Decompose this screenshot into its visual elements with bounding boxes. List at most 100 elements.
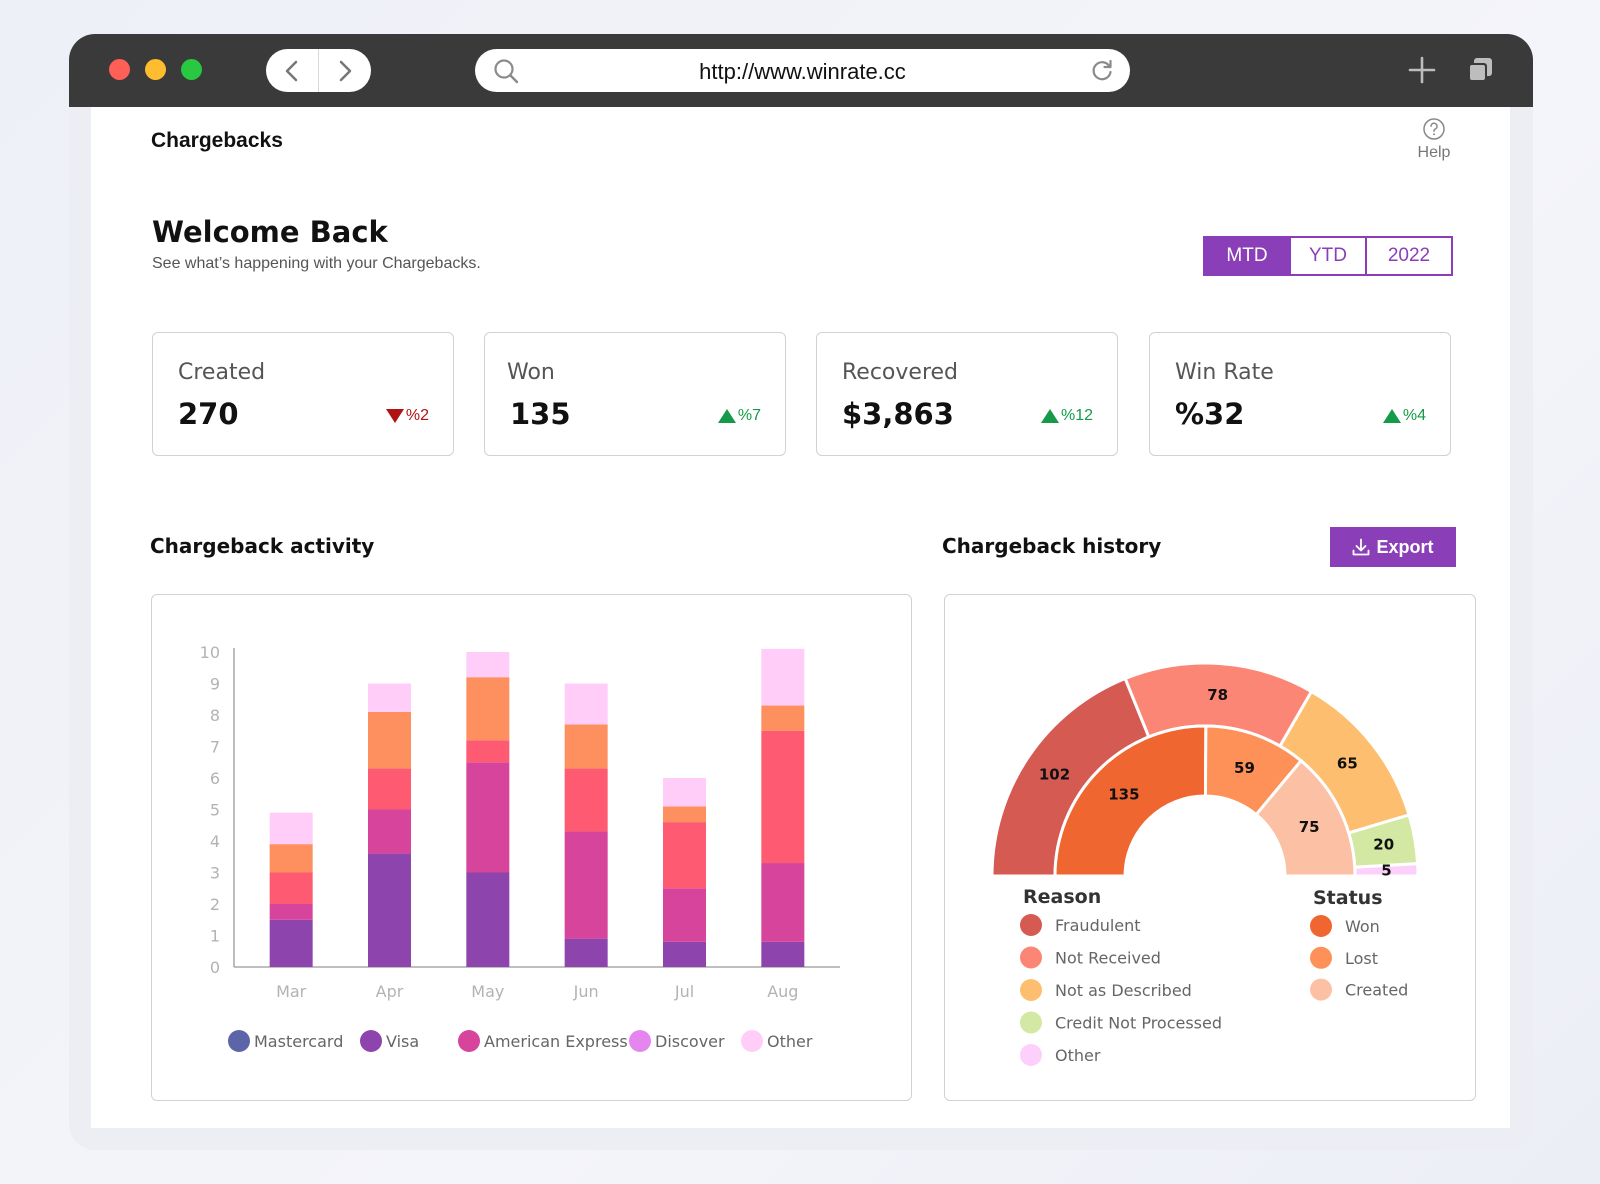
tabs-overview-icon[interactable] <box>1466 56 1494 84</box>
outer-legend: Reason Fraudulent Not Received Not as Descr… <box>1020 886 1222 1066</box>
x-tick-label: Jun <box>573 982 599 1001</box>
trend-down-icon <box>385 409 404 423</box>
maximize-window-button[interactable] <box>181 59 202 80</box>
legend-swatch <box>629 1030 651 1052</box>
legend-swatch <box>1020 979 1042 1001</box>
legend-item[interactable]: Other <box>741 1030 813 1052</box>
minimize-window-button[interactable] <box>145 59 166 80</box>
forward-button[interactable] <box>319 49 371 92</box>
kpi-value: %32 <box>1175 397 1245 431</box>
page-title: Welcome Back <box>152 215 388 249</box>
period-mtd-button[interactable]: MTD <box>1205 238 1289 274</box>
bar-segment-may-1 <box>466 872 510 967</box>
legend-swatch <box>1020 1044 1042 1066</box>
trend-up-icon <box>1382 409 1401 423</box>
page-content: Chargebacks Help Welcome Back See what’s… <box>91 107 1510 1128</box>
bar-segment-jun-5 <box>564 683 608 725</box>
page-subtitle: See what’s happening with your Chargebac… <box>152 255 481 272</box>
slice-value-label: 75 <box>1299 818 1320 836</box>
y-tick-label: 6 <box>210 769 220 788</box>
x-tick-label: Apr <box>376 982 404 1001</box>
legend-label: Not Received <box>1055 949 1161 968</box>
period-ytd-button[interactable]: YTD <box>1289 238 1365 274</box>
kpi-card-win-rate: Win Rate %32 %4 <box>1149 332 1451 456</box>
chargeback-history-chart: 102 78 65 20 5 135 59 75 Reason Fraudulent Not Rec… <box>990 661 1420 1066</box>
y-tick-label: 9 <box>210 675 220 694</box>
legend-label: Visa <box>386 1032 419 1051</box>
bar-segment-mar-1 <box>269 919 313 967</box>
bar-segment-mar-2 <box>269 904 313 920</box>
slice-value-label: 5 <box>1381 862 1391 880</box>
y-tick-label: 1 <box>210 927 220 946</box>
chargeback-history-panel: 102 78 65 20 5 135 59 75 Reason Fraudulent Not Rec… <box>944 594 1476 1101</box>
kpi-value: 270 <box>178 397 239 431</box>
kpi-label: Win Rate <box>1175 360 1274 385</box>
inner-legend-title: Status <box>1313 887 1383 909</box>
bar-segment-aug-4 <box>761 705 805 731</box>
app-title: Chargebacks <box>151 129 283 152</box>
bar-segment-aug-1 <box>761 941 805 967</box>
legend-item[interactable]: Visa <box>360 1030 419 1052</box>
chargeback-activity-chart: 0 1 2 3 4 5 6 7 8 9 10 Mar Apr May Jun Jul Aug Mastercard… <box>200 643 840 1052</box>
chevron-right-icon <box>339 60 352 81</box>
period-selector: MTD YTD 2022 <box>1203 236 1453 276</box>
legend-swatch <box>1310 978 1332 1001</box>
y-tick-label: 3 <box>210 864 220 883</box>
outer-legend-title: Reason <box>1023 886 1101 908</box>
y-tick-label: 0 <box>210 958 220 977</box>
bar-segment-aug-5 <box>761 648 805 706</box>
legend-swatch <box>1020 914 1042 936</box>
kpi-label: Created <box>178 360 266 385</box>
legend-item[interactable]: Mastercard <box>228 1030 343 1052</box>
bar-segment-jun-2 <box>564 831 608 939</box>
legend-item: Created <box>1310 978 1408 1001</box>
url-text[interactable]: http://www.winrate.cc <box>475 59 1130 85</box>
kpi-label: Recovered <box>842 360 959 385</box>
export-button[interactable]: Export <box>1330 527 1456 567</box>
y-tick-label: 5 <box>210 801 220 820</box>
bar-segment-mar-3 <box>269 872 313 904</box>
y-tick-label: 2 <box>210 895 220 914</box>
bar-segment-may-2 <box>466 762 510 873</box>
legend-label: Won <box>1345 917 1380 936</box>
legend-item: Lost <box>1310 946 1378 969</box>
x-tick-label: Mar <box>276 982 307 1001</box>
close-window-button[interactable] <box>109 59 130 80</box>
help-button[interactable]: Help <box>1406 117 1462 162</box>
x-tick-label: May <box>471 982 504 1001</box>
history-navigation <box>266 49 371 92</box>
back-button[interactable] <box>266 49 318 92</box>
legend-item: Not Received <box>1020 946 1161 969</box>
period-2022-button[interactable]: 2022 <box>1365 238 1451 274</box>
kpi-value: $3,863 <box>842 397 954 431</box>
kpi-delta-value: %12 <box>1060 407 1093 424</box>
chevron-left-icon <box>285 60 298 81</box>
legend-swatch <box>1310 915 1332 937</box>
legend-label: Discover <box>655 1032 725 1051</box>
legend-item: Not as Described <box>1020 979 1192 1001</box>
bar-segment-jun-3 <box>564 768 608 832</box>
question-circle-icon <box>1423 118 1445 140</box>
new-tab-icon[interactable] <box>1408 56 1436 84</box>
legend-item[interactable]: American Express <box>458 1030 628 1052</box>
bar-segment-jun-1 <box>564 938 608 967</box>
kpi-delta: %7 <box>717 407 761 425</box>
kpi-card-created: Created 270 %2 <box>152 332 454 456</box>
activity-section-title: Chargeback activity <box>150 534 375 558</box>
address-bar[interactable]: http://www.winrate.cc <box>475 49 1130 92</box>
kpi-delta-value: %2 <box>405 407 429 424</box>
legend-label: Lost <box>1345 949 1378 968</box>
legend-label: Not as Described <box>1055 981 1192 1000</box>
bar-segment-mar-4 <box>269 844 313 873</box>
legend-label: Mastercard <box>254 1032 343 1051</box>
legend-label: Credit Not Processed <box>1055 1014 1222 1033</box>
bar-segment-jul-1 <box>663 941 706 967</box>
y-tick-label: 4 <box>210 832 220 851</box>
legend-item: Fraudulent <box>1020 914 1141 936</box>
browser-window: http://www.winrate.cc Chargebacks Help W… <box>69 34 1533 1150</box>
kpi-delta: %2 <box>385 407 429 425</box>
kpi-card-won: Won 135 %7 <box>484 332 786 456</box>
bar-segment-apr-3 <box>368 768 411 810</box>
reload-icon[interactable] <box>1090 58 1114 82</box>
legend-item[interactable]: Discover <box>629 1030 725 1052</box>
